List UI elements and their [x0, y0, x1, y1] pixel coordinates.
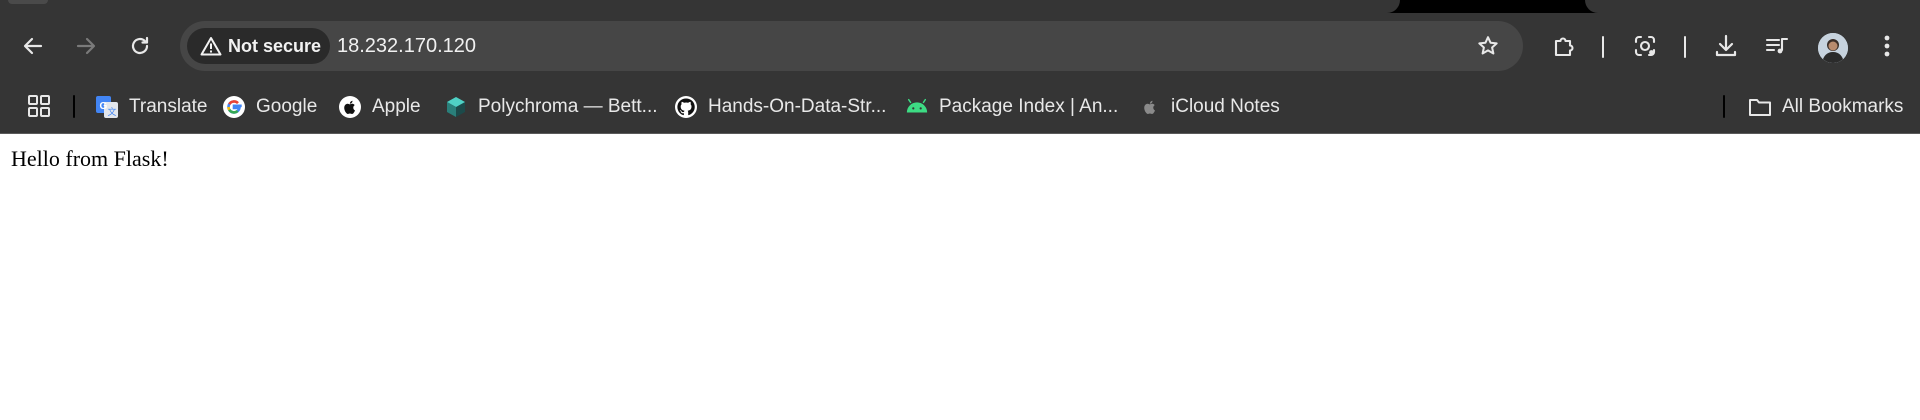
google-icon	[222, 95, 246, 119]
svg-text:文: 文	[108, 106, 117, 117]
tab-strip	[0, 0, 1920, 13]
bookmark-label: Google	[256, 95, 318, 117]
all-bookmarks-label: All Bookmarks	[1782, 95, 1904, 117]
media-control-icon	[1765, 37, 1789, 54]
lens-button[interactable]	[1625, 26, 1665, 66]
apps-button[interactable]	[27, 94, 51, 123]
download-icon	[1715, 34, 1737, 57]
avatar-image	[1818, 33, 1848, 63]
back-icon	[23, 37, 43, 55]
bookmark-label: Apple	[372, 95, 421, 117]
bookmark-apple[interactable]: Apple	[338, 80, 421, 133]
reload-icon	[131, 36, 149, 55]
svg-text:G: G	[100, 101, 108, 112]
bookmark-polychroma[interactable]: Polychroma — Bett...	[444, 80, 658, 133]
all-bookmarks-button[interactable]: All Bookmarks	[1748, 80, 1903, 133]
apple-gray-icon	[1137, 95, 1161, 119]
address-bar[interactable]: Not secure 18.232.170.120	[180, 21, 1523, 71]
bookmarks-divider	[1723, 95, 1725, 118]
apple-icon	[338, 95, 362, 119]
tab-strip-right-edge	[1585, 0, 1920, 13]
bookmark-label: Translate	[129, 95, 208, 117]
translate-icon: G 文	[95, 95, 119, 119]
bookmark-package-index[interactable]: Package Index | An...	[905, 80, 1118, 133]
extensions-button[interactable]	[1544, 26, 1584, 66]
github-icon	[674, 95, 698, 119]
extensions-icon	[1554, 37, 1574, 57]
url-text[interactable]: 18.232.170.120	[337, 21, 476, 71]
bookmark-label: iCloud Notes	[1171, 95, 1280, 117]
polychroma-icon	[444, 95, 468, 119]
bookmark-google[interactable]: Google	[222, 80, 317, 133]
menu-icon	[1884, 35, 1890, 57]
tab-edge[interactable]	[8, 0, 48, 4]
bookmarks-bar-border	[0, 133, 1920, 134]
forward-icon	[76, 37, 96, 55]
avatar[interactable]	[1818, 33, 1848, 63]
warning-icon	[200, 37, 222, 56]
browser-toolbar: Not secure 18.232.170.120	[0, 13, 1920, 80]
apps-grid-icon	[28, 95, 50, 117]
menu-button[interactable]	[1867, 26, 1907, 66]
bookmark-label: Package Index | An...	[939, 95, 1119, 117]
bookmark-translate[interactable]: G 文 Translate	[95, 80, 208, 133]
lens-icon	[1634, 35, 1656, 57]
bookmark-star-button[interactable]	[1468, 26, 1508, 66]
back-button[interactable]	[13, 26, 53, 66]
security-chip[interactable]: Not secure	[187, 28, 330, 64]
folder-icon	[1748, 95, 1772, 119]
toolbar-divider	[1602, 36, 1604, 58]
bookmark-label: Hands-On-Data-Str...	[708, 95, 887, 117]
forward-button[interactable]	[66, 26, 106, 66]
page-body-text: Hello from Flask!	[11, 146, 169, 171]
bookmarks-divider	[73, 95, 75, 118]
security-label: Not secure	[228, 35, 322, 56]
reload-button[interactable]	[120, 26, 160, 66]
bookmark-label: Polychroma — Bett...	[478, 95, 658, 117]
toolbar-divider	[1684, 36, 1686, 58]
bookmark-github-repo[interactable]: Hands-On-Data-Str...	[674, 80, 886, 133]
star-icon	[1478, 36, 1498, 55]
downloads-button[interactable]	[1706, 26, 1746, 66]
android-icon	[905, 95, 929, 119]
media-control-button[interactable]	[1757, 26, 1797, 66]
tab-strip-left-edge	[0, 0, 1400, 13]
bookmark-icloud-notes[interactable]: iCloud Notes	[1137, 80, 1280, 133]
bookmarks-bar: G 文 Translate Google Apple Polychroma — …	[0, 80, 1920, 133]
